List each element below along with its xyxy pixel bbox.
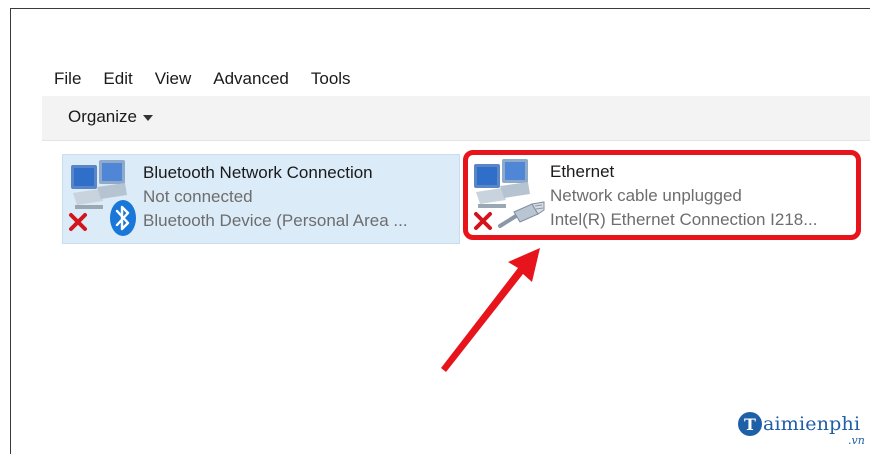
watermark-text: aimienphi [763, 413, 861, 435]
menu-view[interactable]: View [155, 68, 202, 90]
watermark-badge: T [738, 412, 762, 436]
connection-item-bluetooth[interactable]: Bluetooth Network Connection Not connect… [62, 154, 460, 244]
window-frame-top [10, 8, 870, 9]
connection-name: Bluetooth Network Connection [143, 163, 373, 182]
menu-tools[interactable]: Tools [311, 68, 361, 90]
connection-status: Not connected [143, 187, 253, 206]
connection-device: Bluetooth Device (Personal Area ... [143, 211, 408, 230]
organize-label: Organize [68, 107, 137, 126]
watermark-logo: T aimienphi .vn [738, 412, 865, 447]
window-frame-left [10, 8, 11, 454]
connection-text-bluetooth: Bluetooth Network Connection Not connect… [143, 155, 408, 233]
highlight-box [463, 150, 861, 240]
bluetooth-icon [110, 200, 136, 236]
disconnected-x-icon [69, 213, 87, 231]
organize-button[interactable]: Organize [68, 107, 153, 127]
bluetooth-network-icon [63, 155, 143, 243]
watermark-suffix: .vn [848, 434, 865, 447]
chevron-down-icon [142, 115, 153, 121]
menu-bar: File Edit View Advanced Tools [54, 68, 373, 90]
menu-edit[interactable]: Edit [103, 68, 142, 90]
menu-file[interactable]: File [54, 68, 91, 90]
menu-advanced[interactable]: Advanced [213, 68, 299, 90]
command-bar: Organize [42, 96, 870, 141]
